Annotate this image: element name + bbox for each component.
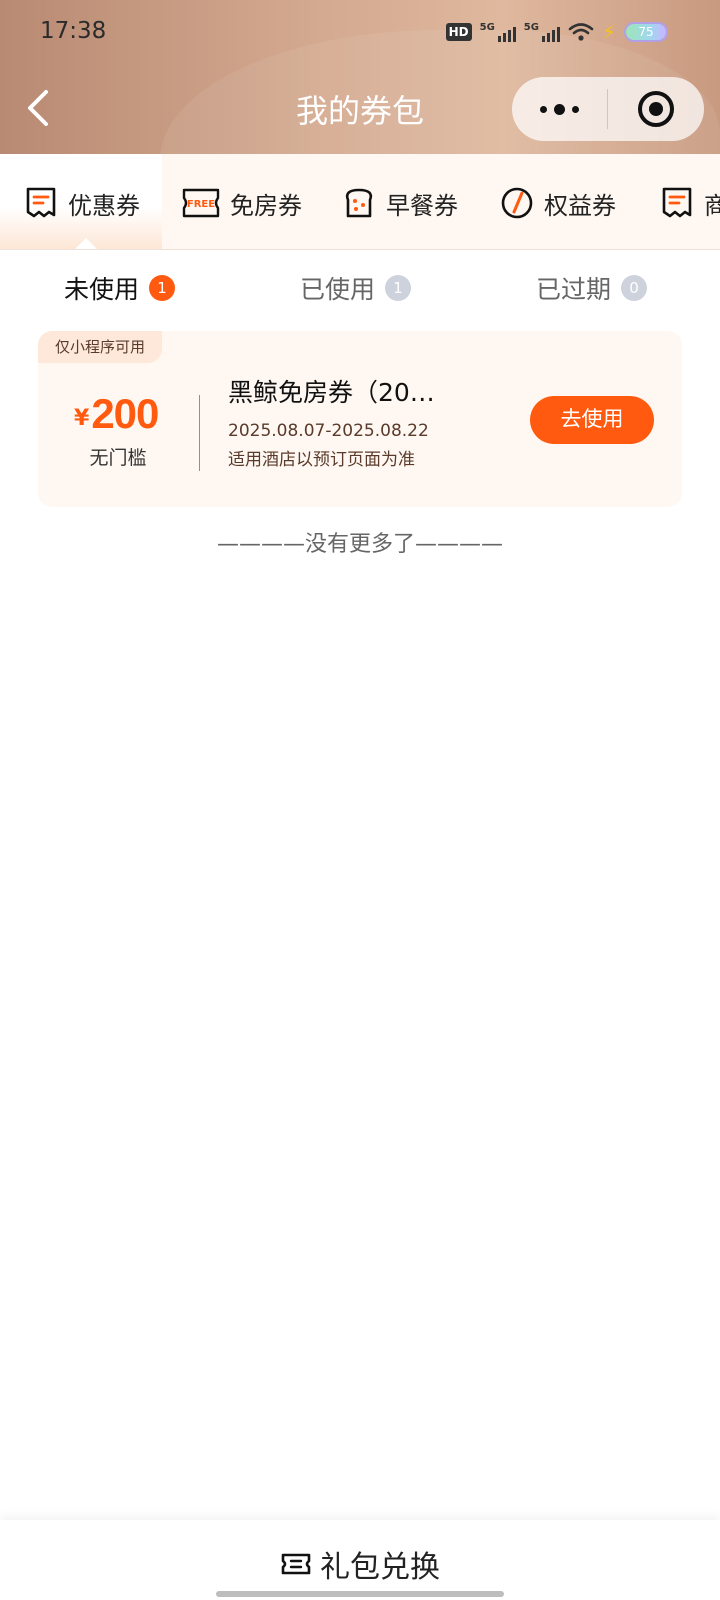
count-badge: 1 bbox=[149, 275, 176, 301]
list-end-text: ————没有更多了———— bbox=[216, 532, 503, 557]
tab-unused[interactable]: 未使用 1 bbox=[64, 270, 176, 306]
tab-label: 权益券 bbox=[544, 191, 616, 220]
gift-redeem-label: 礼包兑换 bbox=[320, 1550, 440, 1585]
coupon-divider bbox=[199, 395, 200, 471]
bottom-bar: 礼包兑换 bbox=[0, 1520, 720, 1600]
coupon-amount: ¥ 200 bbox=[74, 391, 164, 437]
mini-program-capsule bbox=[512, 77, 704, 141]
coupon-threshold: 无门槛 bbox=[89, 447, 147, 469]
status-time: 17:38 bbox=[40, 18, 107, 44]
target-icon bbox=[637, 91, 674, 127]
amount-value: 200 bbox=[91, 390, 159, 437]
currency-symbol: ¥ bbox=[74, 406, 90, 431]
more-button[interactable] bbox=[512, 77, 607, 141]
free-ticket-icon: FREE bbox=[182, 188, 220, 218]
toast-bread-icon bbox=[345, 188, 373, 218]
tab-coupon[interactable]: 优惠券 bbox=[24, 184, 140, 222]
battery-icon: 75 bbox=[624, 22, 668, 42]
tab-label: 未使用 bbox=[64, 275, 140, 304]
tab-used[interactable]: 已使用 1 bbox=[300, 270, 412, 306]
gift-redeem-button[interactable]: 礼包兑换 bbox=[0, 1542, 720, 1586]
tab-free-room[interactable]: FREE 免房券 bbox=[182, 184, 302, 222]
coupon-card[interactable]: 仅小程序可用 ¥ 200 无门槛 黑鲸免房券（20… 2025.08.07-20… bbox=[38, 331, 682, 507]
tab-label: 早餐券 bbox=[386, 191, 458, 220]
coupon-date-range: 2025.08.07-2025.08.22 bbox=[228, 421, 429, 441]
tab-label: 免房券 bbox=[230, 191, 302, 220]
coupon-receipt-icon bbox=[26, 187, 56, 218]
tab-more-coupon[interactable]: 商 bbox=[660, 184, 720, 222]
gauge-icon bbox=[501, 187, 533, 219]
status-icons: HD 5G 5G ⚡ 75 bbox=[445, 20, 668, 44]
wifi-icon bbox=[568, 23, 594, 41]
header: 17:38 HD 5G 5G ⚡ 75 我的券包 bbox=[0, 0, 720, 154]
charging-icon: ⚡ bbox=[601, 20, 616, 44]
signal-icon: 5G bbox=[480, 22, 516, 42]
tab-label: 已使用 bbox=[300, 275, 376, 304]
tab-breakfast[interactable]: 早餐券 bbox=[342, 184, 458, 222]
tab-label: 商 bbox=[704, 186, 720, 221]
home-indicator[interactable] bbox=[216, 1591, 504, 1597]
count-badge: 0 bbox=[621, 275, 648, 301]
more-dots-icon bbox=[540, 105, 547, 113]
svg-text:FREE: FREE bbox=[187, 199, 215, 210]
coupon-scope: 适用酒店以预订页面为准 bbox=[228, 450, 415, 470]
use-coupon-button[interactable]: 去使用 bbox=[530, 396, 654, 444]
tab-label: 优惠券 bbox=[68, 191, 140, 220]
tab-benefit[interactable]: 权益券 bbox=[500, 184, 616, 222]
count-badge: 1 bbox=[385, 275, 412, 301]
coupon-receipt-icon bbox=[662, 187, 692, 218]
coupon-name: 黑鲸免房券（20… bbox=[228, 378, 435, 407]
mini-program-only-tag: 仅小程序可用 bbox=[38, 331, 162, 363]
ticket-icon bbox=[281, 1553, 311, 1575]
signal-icon: 5G bbox=[524, 22, 560, 42]
close-mini-program-button[interactable] bbox=[608, 77, 703, 141]
hd-icon: HD bbox=[445, 23, 472, 41]
tab-expired[interactable]: 已过期 0 bbox=[536, 270, 648, 306]
tab-label: 已过期 bbox=[536, 275, 612, 304]
category-tabs: 优惠券 FREE 免房券 早餐券 权益券 商 bbox=[0, 154, 720, 250]
